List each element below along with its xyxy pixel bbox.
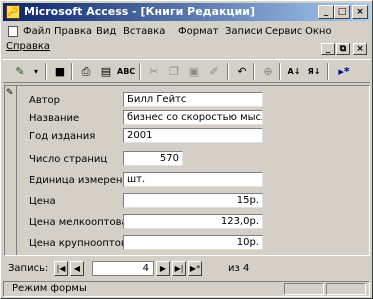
record-label: Запись: bbox=[8, 263, 49, 274]
title-field[interactable]: бизнес со скоростью мысли bbox=[123, 110, 263, 125]
format-painter-icon[interactable]: ✐ bbox=[205, 63, 223, 80]
paste-icon[interactable]: ▣ bbox=[185, 63, 203, 80]
view-dropdown-icon[interactable]: ▾ bbox=[27, 63, 45, 80]
window-title: Microsoft Access - [Книги Редакции] bbox=[24, 5, 256, 18]
access-window: 🔑 Microsoft Access - [Книги Редакции] _ … bbox=[0, 0, 373, 299]
doc-minimize-button[interactable]: _ bbox=[321, 43, 335, 55]
label-year: Год издания bbox=[29, 131, 96, 142]
new-record-button[interactable]: ▶* bbox=[188, 261, 202, 276]
hyperlink-icon[interactable]: ⊕ bbox=[259, 63, 277, 80]
menu-bar: Файл Правка Вид Вставка Формат Записи Се… bbox=[3, 23, 370, 57]
menu-records[interactable]: Записи bbox=[225, 26, 263, 37]
pages-field[interactable]: 570 bbox=[123, 151, 183, 166]
title-bar[interactable]: 🔑 Microsoft Access - [Книги Редакции] _ … bbox=[3, 3, 370, 21]
copy-icon[interactable]: ❐ bbox=[165, 63, 183, 80]
doc-close-button[interactable]: × bbox=[353, 43, 367, 55]
maximize-button[interactable]: □ bbox=[334, 5, 350, 19]
form-view-toolbar: ✎ ▾ ■ ⎙ ▤ ABC ✂ ❐ ▣ ✐ ↶ ⊕ A↓ Я↓ ▸* bbox=[3, 59, 370, 83]
menu-help[interactable]: Справка bbox=[6, 41, 50, 52]
close-button[interactable]: × bbox=[352, 5, 368, 19]
label-title: Название bbox=[29, 113, 80, 124]
record-count: из 4 bbox=[228, 263, 249, 274]
price-small-wholesale-field[interactable]: 123,0р. bbox=[123, 214, 263, 229]
author-field[interactable]: Билл Гейтс bbox=[123, 92, 263, 107]
cut-icon[interactable]: ✂ bbox=[145, 63, 163, 80]
label-author: Автор bbox=[29, 95, 61, 106]
label-price: Цена bbox=[29, 196, 56, 207]
menu-edit[interactable]: Правка bbox=[54, 26, 92, 37]
minimize-button[interactable]: _ bbox=[318, 5, 334, 19]
current-record-input[interactable]: 4 bbox=[92, 261, 154, 276]
unit-field[interactable]: шт. bbox=[123, 172, 263, 187]
new-record-icon[interactable]: ▸* bbox=[335, 63, 353, 80]
menu-tools[interactable]: Сервис bbox=[265, 26, 302, 37]
status-text: Режим формы bbox=[12, 283, 87, 294]
status-panel bbox=[284, 283, 324, 295]
label-pages: Число страниц bbox=[29, 154, 108, 165]
label-price-small-wholesale: Цена мелкооптовая bbox=[29, 217, 134, 228]
price-field[interactable]: 15р. bbox=[123, 193, 263, 208]
year-field[interactable]: 2001 bbox=[123, 128, 263, 143]
next-record-button[interactable]: ▶ bbox=[156, 261, 170, 276]
label-unit: Единица измерения bbox=[29, 175, 135, 186]
menu-view[interactable]: Вид bbox=[96, 26, 116, 37]
spelling-icon[interactable]: ABC bbox=[117, 63, 135, 80]
record-selector[interactable]: ✎ bbox=[5, 86, 17, 255]
key-icon[interactable]: 🔑 bbox=[6, 5, 20, 19]
print-icon[interactable]: ⎙ bbox=[77, 63, 95, 80]
price-large-wholesale-field[interactable]: 10р. bbox=[123, 235, 263, 250]
print-preview-icon[interactable]: ▤ bbox=[97, 63, 115, 80]
last-record-button[interactable]: ▶| bbox=[172, 261, 186, 276]
book-form: ✎ Автор Билл Гейтс Название бизнес со ск… bbox=[4, 85, 370, 256]
of-label: из bbox=[228, 263, 240, 274]
sort-descending-icon[interactable]: Я↓ bbox=[305, 63, 323, 80]
status-bar: Режим формы bbox=[3, 281, 370, 297]
sort-ascending-icon[interactable]: A↓ bbox=[285, 63, 303, 80]
record-navigation: Запись: |◀ ◀ 4 ▶ ▶| ▶* из 4 bbox=[4, 260, 370, 278]
status-panel bbox=[326, 283, 366, 295]
menu-window[interactable]: Окно bbox=[305, 26, 332, 37]
pencil-icon: ✎ bbox=[6, 88, 14, 98]
form-document-icon[interactable] bbox=[8, 26, 18, 37]
menu-insert[interactable]: Вставка bbox=[123, 26, 165, 37]
save-icon[interactable]: ■ bbox=[51, 63, 69, 80]
first-record-button[interactable]: |◀ bbox=[54, 261, 68, 276]
undo-icon[interactable]: ↶ bbox=[233, 63, 251, 80]
previous-record-button[interactable]: ◀ bbox=[70, 261, 84, 276]
total-records: 4 bbox=[243, 263, 250, 274]
doc-restore-button[interactable]: ⧉ bbox=[336, 43, 350, 55]
menu-format[interactable]: Формат bbox=[178, 26, 219, 37]
menu-file[interactable]: Файл bbox=[23, 26, 51, 37]
